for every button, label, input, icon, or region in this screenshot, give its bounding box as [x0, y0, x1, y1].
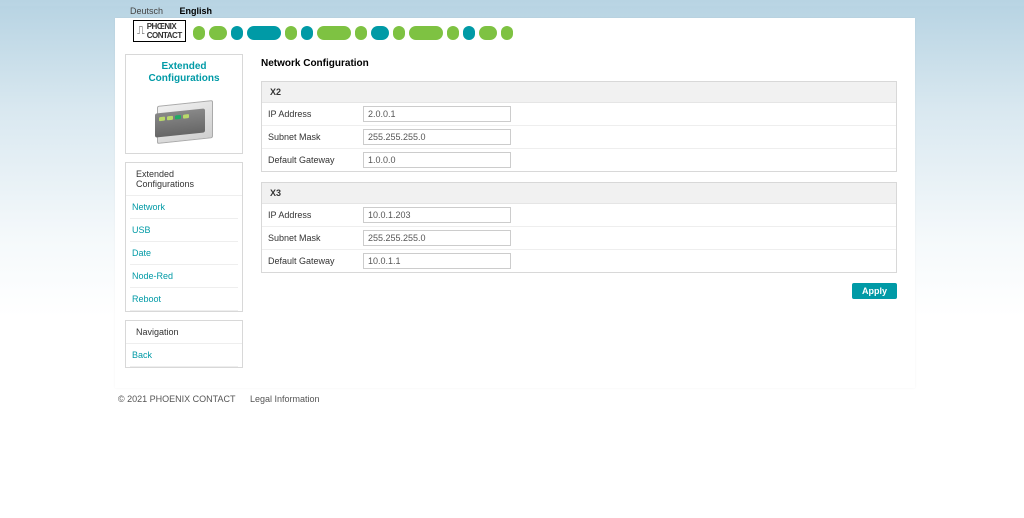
x3-mask-input[interactable] [363, 230, 511, 246]
sidebar-item-back[interactable]: Back [132, 350, 152, 360]
sidebar-nav-box: Extended Configurations Network USB Date… [125, 162, 243, 312]
x2-mask-input[interactable] [363, 129, 511, 145]
x3-ip-label: IP Address [268, 210, 363, 220]
apply-button[interactable]: Apply [852, 283, 897, 299]
lang-english[interactable]: English [180, 6, 213, 16]
x3-mask-label: Subnet Mask [268, 233, 363, 243]
language-bar: Deutsch English [130, 6, 1024, 16]
sidebar-nav2-box: Navigation Back [125, 320, 243, 368]
lang-deutsch[interactable]: Deutsch [130, 6, 163, 16]
x2-ip-input[interactable] [363, 106, 511, 122]
x2-gw-input[interactable] [363, 152, 511, 168]
sidebar-item-network[interactable]: Network [132, 202, 165, 212]
decorative-blobs [193, 26, 513, 40]
footer-copyright: © 2021 PHOENIX CONTACT [118, 394, 236, 404]
logo-line2: CONTACT [147, 31, 182, 40]
sidebar-item-reboot[interactable]: Reboot [132, 294, 161, 304]
sidebar-item-usb[interactable]: USB [132, 225, 151, 235]
footer: © 2021 PHOENIX CONTACT Legal Information [118, 388, 1024, 404]
x2-gw-label: Default Gateway [268, 155, 363, 165]
x3-gw-input[interactable] [363, 253, 511, 269]
main-container: ⎍ PHŒNIX CONTACT Extended Configura [115, 18, 915, 388]
device-image [149, 93, 219, 145]
page-title: Network Configuration [261, 54, 897, 81]
x3-header: X3 [262, 183, 896, 204]
sidebar-header-box: Extended Configurations [125, 54, 243, 154]
header-banner: ⎍ PHŒNIX CONTACT [115, 18, 915, 44]
logo-line1: PHŒNIX [147, 22, 182, 31]
main-panel: Network Configuration X2 IP Address Subn… [261, 54, 897, 376]
footer-legal-link[interactable]: Legal Information [250, 394, 320, 404]
logo-icon: ⎍ [137, 27, 145, 36]
x2-ip-label: IP Address [268, 109, 363, 119]
sidebar-section-title-2: Navigation [126, 321, 242, 344]
x2-header: X2 [262, 82, 896, 103]
interface-x3: X3 IP Address Subnet Mask Default Gatewa… [261, 182, 897, 273]
logo: ⎍ PHŒNIX CONTACT [133, 20, 186, 42]
x3-gw-label: Default Gateway [268, 256, 363, 266]
x3-ip-input[interactable] [363, 207, 511, 223]
sidebar-item-date[interactable]: Date [132, 248, 151, 258]
sidebar-title-2: Configurations [148, 73, 219, 84]
sidebar-title-1: Extended [161, 61, 206, 72]
interface-x2: X2 IP Address Subnet Mask Default Gatewa… [261, 81, 897, 172]
sidebar-item-nodered[interactable]: Node-Red [132, 271, 173, 281]
sidebar: Extended Configurations Extended Configu… [125, 54, 243, 376]
sidebar-section-title-1: Extended Configurations [126, 163, 242, 196]
x2-mask-label: Subnet Mask [268, 132, 363, 142]
